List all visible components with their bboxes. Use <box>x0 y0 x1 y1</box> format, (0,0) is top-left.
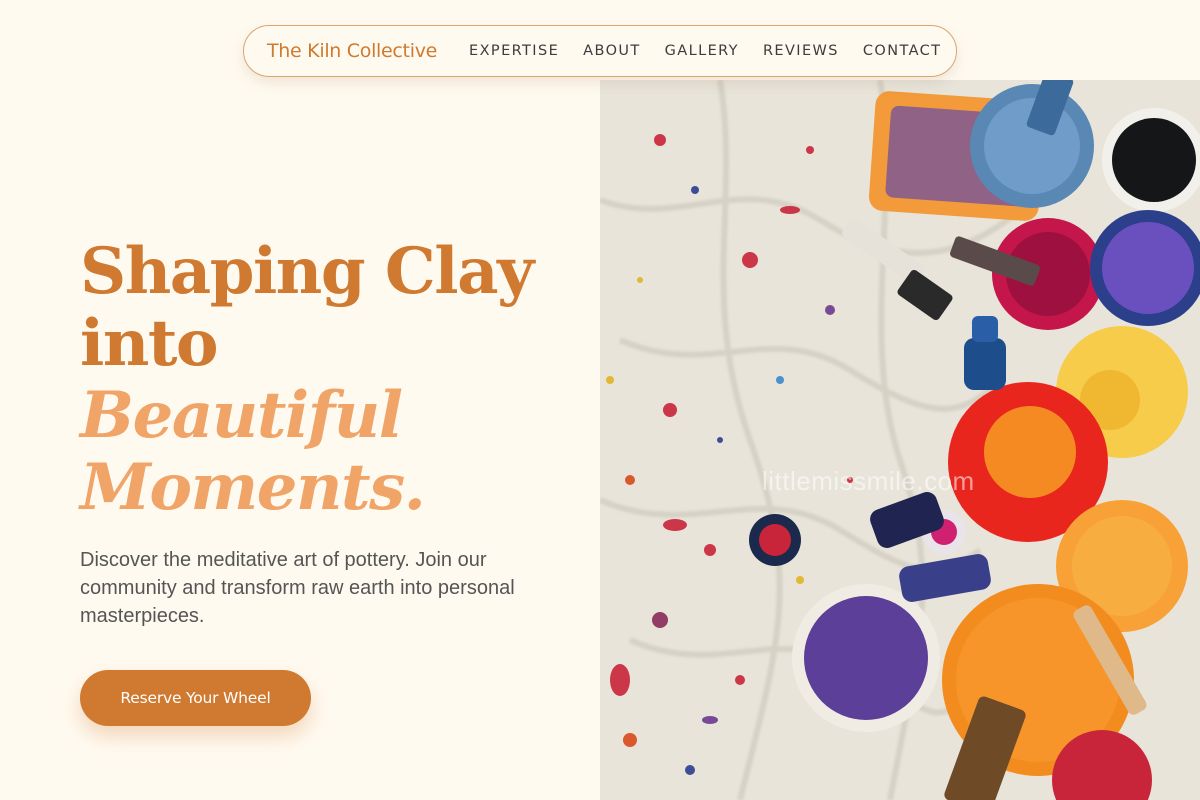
nav-link-contact[interactable]: CONTACT <box>863 43 942 59</box>
paint-palette-photo-icon <box>600 80 1200 800</box>
nav-links: EXPERTISE ABOUT GALLERY REVIEWS CONTACT <box>469 43 941 59</box>
headline-line-1: Shaping Clay <box>80 234 534 309</box>
brand-logo[interactable]: The Kiln Collective <box>267 40 437 62</box>
hero-subcopy: Discover the meditative art of pottery. … <box>80 549 515 627</box>
nav-link-gallery[interactable]: GALLERY <box>665 43 739 59</box>
reserve-wheel-button[interactable]: Reserve Your Wheel <box>80 670 311 726</box>
nav-link-about[interactable]: ABOUT <box>583 43 641 59</box>
hero-headline: Shaping Clay into Beautiful Moments. <box>80 236 580 524</box>
headline-accent-2: Moments. <box>80 450 426 525</box>
top-navigation: The Kiln Collective EXPERTISE ABOUT GALL… <box>243 25 957 77</box>
hero-image: littlemissmile.com <box>600 80 1200 800</box>
nav-link-reviews[interactable]: REVIEWS <box>763 43 839 59</box>
headline-accent-1: Beautiful <box>80 378 403 453</box>
headline-line-2: into <box>80 306 219 381</box>
nav-link-expertise[interactable]: EXPERTISE <box>469 43 559 59</box>
